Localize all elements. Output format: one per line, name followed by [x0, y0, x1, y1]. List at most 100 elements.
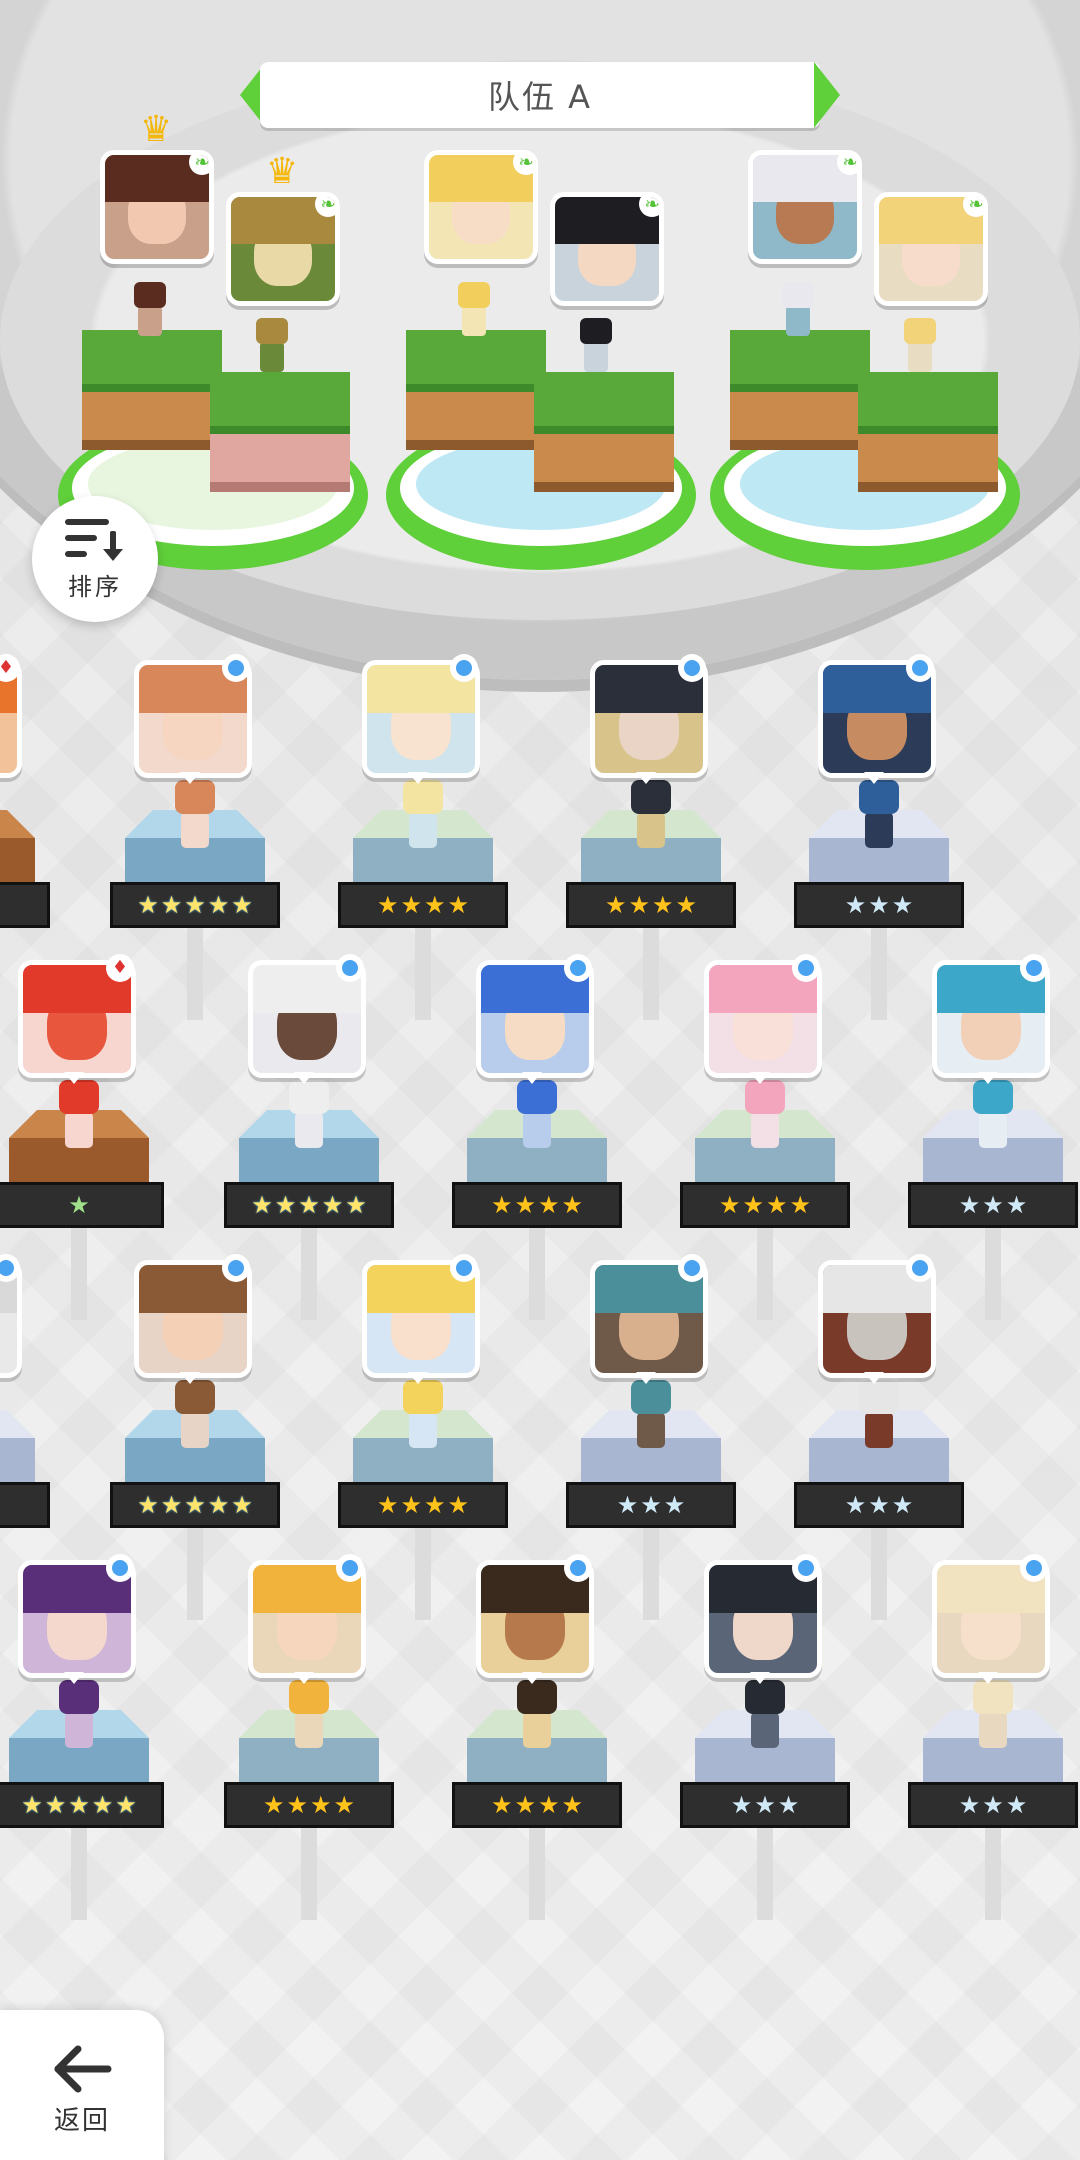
star-icon: ★ [91, 1791, 114, 1819]
blue-dot-icon [222, 1254, 250, 1282]
star-rating: ★ ★ ★ ★ [452, 1182, 622, 1228]
roster-unit[interactable]: ★ ★ ★ ★ ★ [110, 1254, 280, 1620]
roster-unit[interactable]: ★♦ [0, 954, 164, 1320]
sprite-head [59, 1080, 99, 1114]
roster-unit[interactable]: ★ ★ ★ ★ [338, 1254, 508, 1620]
unit-sprite [167, 1380, 223, 1452]
star-icon: ★ [68, 1791, 90, 1819]
roster-unit[interactable]: ★ ★ ★ ★ [452, 1554, 622, 1920]
roster-unit[interactable]: ★★★ [680, 1554, 850, 1920]
sprite-body [65, 1712, 93, 1748]
roster-unit[interactable]: ★ ★ ★ ★ [224, 1554, 394, 1920]
team-member-portrait-blonde-girl[interactable]: ❧ [424, 150, 538, 264]
unit-sprite [851, 1380, 907, 1452]
star-icon: ★ [184, 1491, 206, 1519]
sprite-body [523, 1112, 551, 1148]
portrait-pointer [408, 1372, 428, 1384]
team-member-portrait-white-hair-boy[interactable]: ❧ [748, 150, 862, 264]
portrait-pointer [636, 1372, 656, 1384]
sprite-head [517, 1680, 557, 1714]
star-icon: ★ [844, 1491, 867, 1519]
sprite-body [637, 1412, 665, 1448]
sort-button[interactable]: 排序 [32, 496, 158, 622]
roster-unit[interactable]: ★ ★ ★ ★ [338, 654, 508, 1020]
roster-unit[interactable]: ★ ★ ★ ★ ★ [0, 1554, 164, 1920]
arrow-left-icon [54, 2045, 112, 2092]
star-rating: ★★★ [680, 1782, 850, 1828]
portrait-pointer [180, 1372, 200, 1384]
roster-unit[interactable]: ★♦ [0, 654, 50, 990]
blue-dot-icon [1020, 1554, 1048, 1582]
blue-dot-icon [450, 1254, 478, 1282]
sprite-body [908, 342, 932, 372]
roster-unit[interactable]: ★ ★ ★ ★ [680, 954, 850, 1320]
sprite-head [256, 318, 288, 344]
sprite-body [979, 1112, 1007, 1148]
portrait-pointer [408, 772, 428, 784]
chevron-right-icon[interactable] [814, 62, 840, 128]
roster-unit[interactable]: ★ ★ ★ ★ [452, 954, 622, 1320]
unit-sprite [509, 1080, 565, 1152]
sprite-head [973, 1080, 1013, 1114]
star-rating: ★ ★ ★ ★ [338, 882, 508, 928]
sort-label: 排序 [68, 572, 122, 601]
sprite-body [865, 812, 893, 848]
team-block [406, 330, 546, 450]
sprite-head [289, 1080, 329, 1114]
star-icon: ★ [514, 1791, 536, 1819]
blue-dot-icon [906, 654, 934, 682]
portrait-pointer [180, 772, 200, 784]
roster-unit[interactable]: ★ ★ ★ ★ ★ [224, 954, 394, 1320]
star-icon: ★ [742, 1191, 764, 1219]
portrait-pointer [64, 1072, 84, 1084]
unit-sprite [167, 780, 223, 852]
star-rating: ★ ★ ★ ★ [680, 1182, 850, 1228]
roster-unit[interactable]: ★ ★ ★ ★ [566, 654, 736, 1020]
sprite-body [751, 1112, 779, 1148]
team-block [730, 330, 870, 450]
roster-unit[interactable]: ★★★ [0, 1254, 50, 1590]
team-block [210, 372, 350, 492]
back-button[interactable]: 返回 [0, 2010, 164, 2160]
star-rating: ★ ★ ★ ★ ★ [110, 882, 280, 928]
team-member-portrait-owl[interactable]: ❧ [226, 192, 340, 306]
star-icon: ★ [982, 1791, 1004, 1819]
team-block [858, 372, 998, 492]
team-member-portrait-black-hair-girl[interactable]: ❧ [550, 192, 664, 306]
sprite-body [637, 812, 665, 848]
star-rating: ★★★ [908, 1182, 1078, 1228]
team-member-sprite [452, 282, 496, 338]
roster-unit[interactable]: ★★★ [908, 1554, 1078, 1920]
team-member-portrait-brown-hair-leader[interactable]: ❧ [100, 150, 214, 264]
roster-unit[interactable]: ★★★ [794, 1254, 964, 1620]
star-icon: ★ [675, 891, 698, 919]
roster-unit[interactable]: ★★★ [908, 954, 1078, 1320]
sprite-head [745, 1680, 785, 1714]
sprite-body [523, 1712, 551, 1748]
star-icon: ★ [561, 1791, 584, 1819]
star-icon: ★ [207, 891, 230, 919]
back-label: 返回 [53, 2105, 110, 2136]
sprite-head [745, 1080, 785, 1114]
roster-unit[interactable]: ★ ★ ★ ★ ★ [110, 654, 280, 1020]
team-banner[interactable]: 队伍 A [240, 62, 840, 128]
star-icon: ★ [490, 1191, 513, 1219]
star-icon: ★ [891, 1491, 914, 1519]
sprite-body [295, 1112, 323, 1148]
star-icon: ★ [115, 1791, 137, 1819]
roster-unit[interactable]: ★★★ [566, 1254, 736, 1620]
star-icon: ★ [321, 1191, 344, 1219]
team-member-sprite [574, 318, 618, 374]
star-icon: ★ [400, 891, 422, 919]
star-icon: ★ [184, 891, 206, 919]
team-member-portrait-blonde-elf[interactable]: ❧ [874, 192, 988, 306]
unit-sprite [281, 1680, 337, 1752]
star-icon: ★ [251, 1191, 273, 1219]
star-icon: ★ [958, 1791, 981, 1819]
unit-sprite [851, 780, 907, 852]
portrait-pointer [522, 1672, 542, 1684]
portrait-pointer [294, 1072, 314, 1084]
star-icon: ★ [447, 891, 470, 919]
roster-unit[interactable]: ★★★ [794, 654, 964, 1020]
team-title: 队伍 A [487, 78, 593, 116]
